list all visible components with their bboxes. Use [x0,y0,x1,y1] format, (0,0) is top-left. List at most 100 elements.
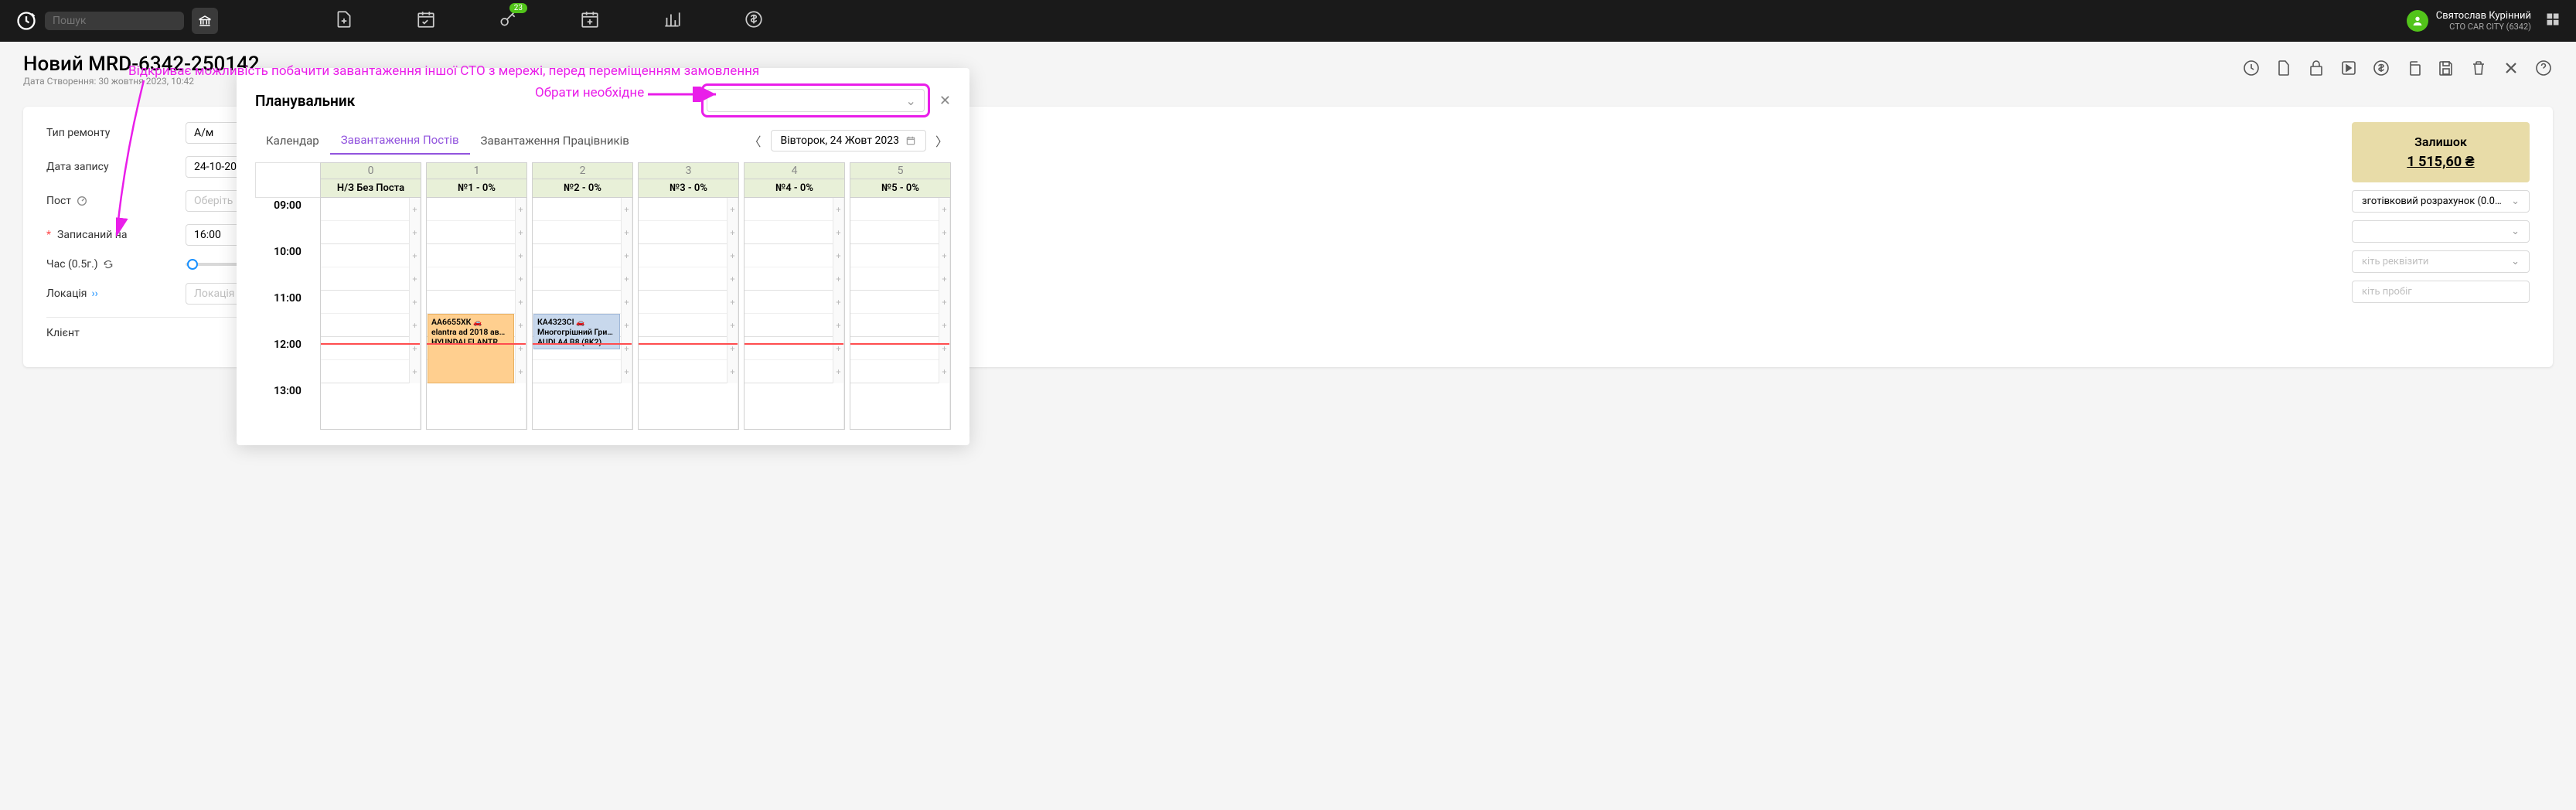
scheduler-grid: 09:0010:0011:0012:0013:00 0 Н/З Без Пост… [255,162,951,430]
copy-icon[interactable] [2404,59,2423,80]
add-slot-icon[interactable]: + [833,244,843,267]
save-icon[interactable] [2437,59,2455,80]
post-body: ++++++++ [850,198,950,429]
center-nav: 23 [334,9,764,32]
add-slot-icon[interactable]: + [939,337,949,360]
add-slot-icon[interactable]: + [621,267,632,291]
arrow-icon[interactable] [2339,59,2358,80]
apps-icon[interactable] [2545,12,2561,30]
delete-icon[interactable] [2469,59,2488,80]
post-column: 2 №2 - 0% ++++++++КА4323СІ 🚗 Многогрішни… [532,162,633,430]
add-slot-icon[interactable]: + [409,360,420,383]
chart-icon[interactable] [662,9,682,32]
post-body: ++++++++АА6655ХК 🚗 elantra ad 2018 ав… H… [427,198,526,429]
add-slot-icon[interactable]: + [939,244,949,267]
add-slot-icon[interactable]: + [515,291,526,314]
add-slot-icon[interactable]: + [939,360,949,383]
search-input[interactable] [53,15,190,27]
add-slot-icon[interactable]: + [727,360,738,383]
add-slot-icon[interactable]: + [833,198,843,221]
add-slot-icon[interactable]: + [409,267,420,291]
add-slot-icon[interactable]: + [409,337,420,360]
event-orange[interactable]: АА6655ХК 🚗 elantra ad 2018 ав… HYUNDAI E… [428,314,514,383]
add-slot-icon[interactable]: + [515,314,526,337]
add-slot-icon[interactable]: + [727,337,738,360]
add-slot-icon[interactable]: + [727,314,738,337]
car-icon: 🚗 [576,319,585,327]
add-slot-icon[interactable]: + [939,221,949,244]
add-slot-icon[interactable]: + [621,360,632,383]
file-icon[interactable] [2274,59,2293,80]
close-page-icon[interactable] [2502,59,2520,80]
add-slot-icon[interactable]: + [621,337,632,360]
search-box[interactable] [45,12,184,30]
add-slot-icon[interactable]: + [409,244,420,267]
add-slot-icon[interactable]: + [833,267,843,291]
add-slot-icon[interactable]: + [409,221,420,244]
modal-close-icon[interactable]: ✕ [939,93,951,109]
add-slot-icon[interactable]: + [515,360,526,383]
key-icon[interactable]: 23 [498,9,518,32]
avatar-icon [2407,10,2428,32]
add-slot-icon[interactable]: + [515,244,526,267]
sto-select[interactable]: ⌄ [707,89,925,112]
add-slot-icon[interactable]: + [833,314,843,337]
mileage-input[interactable]: кіть пробіг [2352,281,2530,303]
time-column: 09:0010:0011:0012:0013:00 [255,162,320,430]
annotation-sto: Відкриває можливість побачити завантажен… [128,63,759,79]
prev-day-icon[interactable]: 〈 [745,128,764,153]
add-slot-icon[interactable]: + [727,198,738,221]
add-slot-icon[interactable]: + [621,198,632,221]
add-slot-icon[interactable]: + [833,221,843,244]
add-slot-icon[interactable]: + [621,244,632,267]
add-slot-icon[interactable]: + [515,221,526,244]
add-slot-icon[interactable]: + [833,337,843,360]
add-slot-icon[interactable]: + [515,337,526,360]
next-day-icon[interactable]: 〉 [932,128,951,153]
label-client: Клієнт [46,327,155,339]
currency-select[interactable]: ⌄ [2352,220,2530,243]
money-icon[interactable] [744,9,764,32]
add-slot-icon[interactable]: + [727,267,738,291]
post-name: №5 - 0% [850,179,950,198]
add-slot-icon[interactable]: + [515,198,526,221]
refresh-icon[interactable] [103,259,114,270]
dollar-circle-icon[interactable] [2372,59,2390,80]
add-slot-icon[interactable]: + [409,314,420,337]
add-slot-icon[interactable]: + [939,314,949,337]
add-slot-icon[interactable]: + [939,198,949,221]
tab-workers[interactable]: Завантаження Працівників [470,128,640,154]
add-slot-icon[interactable]: + [621,291,632,314]
add-slot-icon[interactable]: + [833,291,843,314]
add-slot-icon[interactable]: + [939,267,949,291]
add-slot-icon[interactable]: + [409,291,420,314]
date-picker[interactable]: Вівторок, 24 Жовт 2023 [771,130,926,151]
add-slot-icon[interactable]: + [727,221,738,244]
clock-icon[interactable] [2242,59,2261,80]
add-slot-icon[interactable]: + [515,267,526,291]
time-label: 09:00 [255,198,320,244]
label-time: Час (0.5г.) [46,258,155,271]
add-slot-icon[interactable]: + [727,244,738,267]
add-doc-icon[interactable] [334,9,354,32]
add-slot-icon[interactable]: + [409,198,420,221]
requisites-select[interactable]: кіть реквізити⌄ [2352,250,2530,273]
tab-calendar[interactable]: Календар [255,128,330,154]
add-slot-icon[interactable]: + [727,291,738,314]
chevron-right-icon[interactable]: ›› [91,288,97,300]
user-name: Святослав Курінний [2436,10,2531,22]
lock-icon[interactable] [2307,59,2326,80]
help-icon[interactable] [2534,59,2553,80]
bank-icon[interactable] [192,8,218,34]
user-area[interactable]: Святослав Курінний СТО CAR CITY (6342) [2407,10,2561,32]
add-slot-icon[interactable]: + [833,360,843,383]
calendar-check-icon[interactable] [416,9,436,32]
add-slot-icon[interactable]: + [621,221,632,244]
add-slot-icon[interactable]: + [939,291,949,314]
calendar-add-icon[interactable] [580,9,600,32]
chevron-down-icon: ⌄ [906,94,916,108]
add-slot-icon[interactable]: + [621,314,632,337]
tab-posts[interactable]: Завантаження Постів [330,127,470,155]
logo-icon[interactable] [15,10,37,32]
pay-method-select[interactable]: зготівковий розрахунок (0.0…⌄ [2352,190,2530,213]
